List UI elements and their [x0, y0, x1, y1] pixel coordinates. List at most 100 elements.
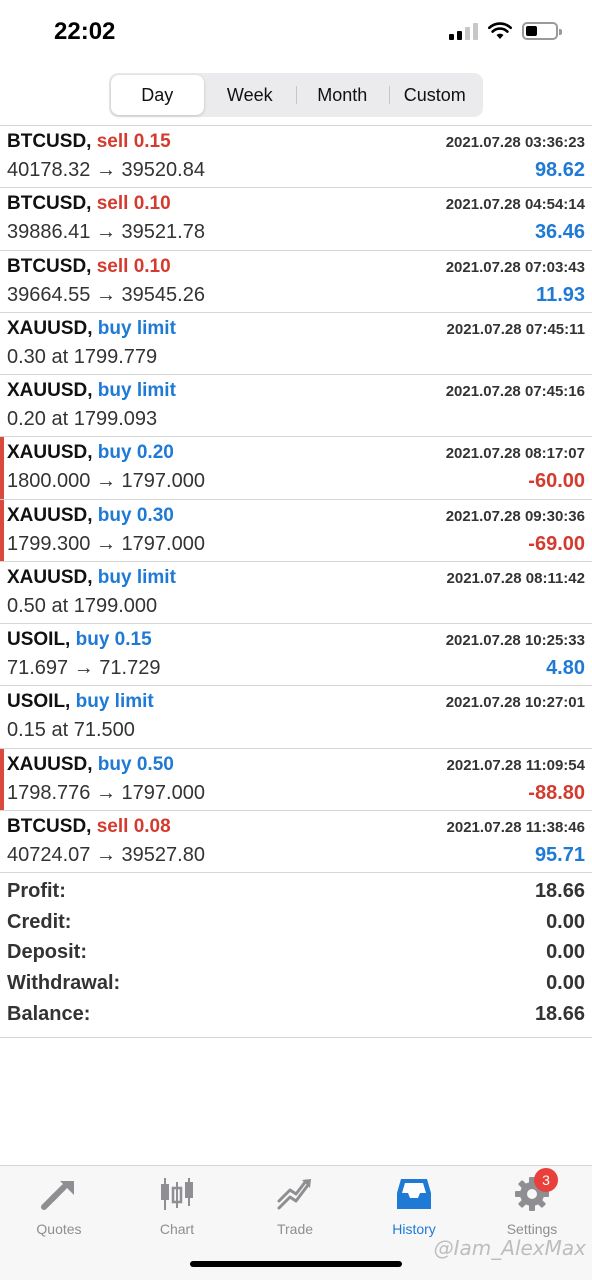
history-row[interactable]: BTCUSD, sell 0.10 2021.07.28 07:03:43 3966… [0, 251, 592, 313]
order-profit: -60.00 [528, 470, 585, 493]
watermark-text: @Iam_AlexMax [433, 1236, 586, 1260]
home-indicator [190, 1261, 402, 1267]
order-title: XAUUSD, buy limit [7, 318, 176, 340]
order-symbol: XAUUSD, [7, 380, 93, 401]
tab-label: Quotes [36, 1221, 82, 1237]
summary-value: 0.00 [546, 910, 585, 933]
tab-chart[interactable]: Chart [118, 1174, 236, 1244]
history-row[interactable]: XAUUSD, buy limit 2021.07.28 08:11:42 0.50… [0, 562, 592, 624]
history-row[interactable]: BTCUSD, sell 0.08 2021.07.28 11:38:46 4072… [0, 811, 592, 873]
history-row[interactable]: BTCUSD, sell 0.15 2021.07.28 03:36:23 4017… [0, 126, 592, 189]
history-row[interactable]: USOIL, buy limit 2021.07.28 10:27:01 0.15 … [0, 686, 592, 749]
order-symbol: BTCUSD, [7, 255, 92, 277]
order-action: buy 0.20 [97, 442, 174, 464]
order-action: sell 0.08 [96, 815, 171, 837]
summary-credit: Credit: 0.00 [0, 909, 592, 940]
history-list: BTCUSD, sell 0.15 2021.07.28 03:36:23 4017… [0, 125, 592, 873]
order-symbol: XAUUSD, [7, 566, 93, 588]
summary-value: 0.00 [546, 972, 585, 995]
order-symbol: XAUUSD, [7, 317, 93, 339]
history-row[interactable]: XAUUSD, buy limit 2021.07.28 07:45:11 0.30… [0, 313, 592, 375]
order-time: 2021.07.28 11:38:46 [446, 818, 585, 836]
segment-custom[interactable]: Custom [388, 75, 482, 115]
summary-value: 18.66 [534, 1002, 585, 1025]
segment-label: Custom [403, 84, 466, 105]
order-symbol: BTCUSD, [7, 193, 92, 215]
order-symbol: USOIL, [7, 629, 71, 650]
order-price: 0.20 at 1799.093 [7, 408, 158, 430]
order-action: sell 0.10 [96, 255, 171, 277]
tab-settings[interactable]: 3 Settings [473, 1168, 591, 1244]
history-row[interactable]: XAUUSD, buy 0.30 2021.07.28 09:30:36 1799.… [0, 499, 592, 562]
summary-label: Withdrawal: [7, 972, 121, 995]
order-profit: 4.80 [546, 657, 585, 679]
history-row[interactable]: BTCUSD, sell 0.10 2021.07.28 04:54:14 3988… [0, 188, 592, 251]
order-symbol: BTCUSD, [7, 131, 92, 152]
status-time: 22:02 [54, 18, 116, 45]
tab-quotes[interactable]: Quotes [0, 1174, 118, 1244]
order-title: USOIL, buy 0.15 [7, 629, 152, 651]
segment-week[interactable]: Week [204, 75, 297, 115]
summary-withdrawal: Withdrawal: 0.00 [0, 970, 592, 1001]
summary-label: Profit: [7, 880, 66, 902]
order-symbol: XAUUSD, [7, 442, 93, 464]
summary-value: 18.66 [534, 880, 585, 902]
period-segmented-control: Day Week Month Custom [109, 73, 483, 117]
order-symbol: XAUUSD, [7, 753, 93, 775]
tab-label: Settings [506, 1221, 558, 1237]
history-row[interactable]: XAUUSD, buy 0.50 2021.07.28 11:09:54 1798.… [0, 748, 592, 811]
order-price: 40178.32 → 39520.84 [7, 159, 205, 181]
summary-deposit: Deposit: 0.00 [0, 939, 592, 970]
order-action: buy limit [75, 691, 154, 713]
wifi-icon [488, 22, 512, 39]
order-action: buy limit [97, 380, 176, 401]
order-time: 2021.07.28 03:36:23 [445, 134, 585, 151]
order-profit: 11.93 [536, 283, 585, 306]
history-row[interactable]: XAUUSD, buy limit 2021.07.28 07:45:16 0.20… [0, 375, 592, 438]
watermark: @Iam_AlexMax [434, 1236, 586, 1260]
battery-icon [522, 22, 562, 40]
order-title: XAUUSD, buy 0.50 [7, 754, 174, 776]
order-price: 0.15 at 71.500 [7, 719, 135, 742]
segment-day[interactable]: Day [111, 75, 204, 115]
order-price: 1799.300 → 1797.000 [7, 532, 205, 555]
order-price: 71.697 → 71.729 [7, 657, 161, 679]
summary-label: Balance: [7, 1002, 91, 1025]
order-title: XAUUSD, buy limit [7, 380, 176, 402]
order-title: XAUUSD, buy 0.20 [7, 442, 174, 464]
status-bar: 22:02 [0, 0, 592, 64]
order-action: buy 0.30 [97, 504, 174, 526]
order-action: sell 0.10 [96, 193, 171, 215]
order-title: USOIL, buy limit [7, 691, 154, 713]
segment-month[interactable]: Month [296, 75, 389, 115]
order-time: 2021.07.28 08:17:07 [445, 445, 585, 463]
order-title: BTCUSD, sell 0.08 [7, 816, 171, 838]
segment-label: Day [141, 84, 174, 105]
history-row[interactable]: USOIL, buy 0.15 2021.07.28 10:25:33 71.697… [0, 624, 592, 687]
order-action: buy limit [97, 566, 176, 588]
history-row[interactable]: XAUUSD, buy 0.20 2021.07.28 08:17:07 1800.… [0, 437, 592, 500]
trade-icon [275, 1174, 315, 1214]
order-profit: 98.62 [534, 159, 585, 181]
order-title: BTCUSD, sell 0.15 [7, 131, 171, 153]
order-price: 1798.776 → 1797.000 [7, 781, 205, 804]
order-price: 0.30 at 1799.779 [7, 345, 158, 368]
status-icons [449, 22, 562, 40]
order-profit: -69.00 [528, 532, 585, 555]
order-price: 40724.07 → 39527.80 [7, 843, 205, 866]
chart-icon [157, 1174, 197, 1214]
summary-balance: Balance: 18.66 [0, 1001, 592, 1032]
quotes-icon [39, 1174, 79, 1214]
summary-value: 0.00 [546, 941, 585, 964]
cellular-signal-icon [449, 22, 478, 40]
order-title: BTCUSD, sell 0.10 [7, 193, 171, 215]
order-profit: 36.46 [534, 221, 585, 244]
order-time: 2021.07.28 09:30:36 [445, 507, 585, 525]
order-price: 39886.41 → 39521.78 [7, 221, 205, 244]
segment-label: Week [226, 84, 273, 105]
tab-trade[interactable]: Trade [236, 1174, 354, 1244]
tab-history[interactable]: History [355, 1174, 473, 1244]
settings-icon: 3 [512, 1168, 558, 1214]
order-action: buy limit [97, 317, 176, 339]
order-price: 39664.55 → 39545.26 [7, 283, 205, 306]
